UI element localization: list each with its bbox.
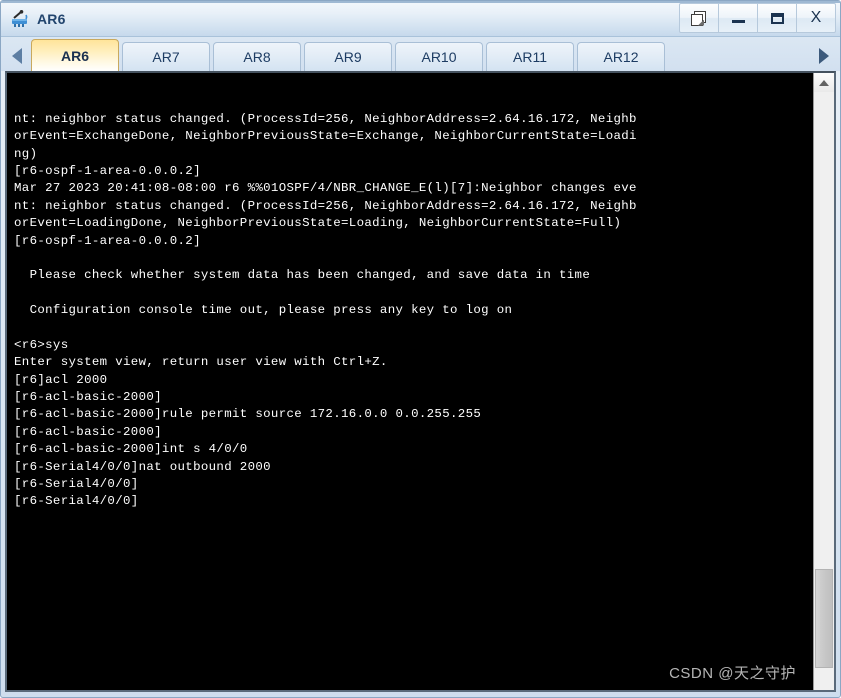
- title-bar: AR6 X: [1, 1, 840, 37]
- triangle-left-icon: [12, 48, 22, 64]
- tab-ar12[interactable]: AR12: [577, 42, 665, 71]
- tab-ar7[interactable]: AR7: [122, 42, 210, 71]
- close-icon: X: [810, 9, 822, 26]
- watermark-text: CSDN @天之守护: [669, 664, 796, 682]
- tab-ar10[interactable]: AR10: [395, 42, 483, 71]
- terminal-panel: nt: neighbor status changed. (ProcessId=…: [5, 71, 836, 692]
- tab-ar8[interactable]: AR8: [213, 42, 301, 71]
- terminal-line: [r6]acl 2000: [14, 372, 108, 387]
- vertical-scrollbar[interactable]: [813, 73, 834, 690]
- tab-label: AR10: [421, 49, 457, 65]
- terminal-line: ng): [14, 146, 38, 161]
- tab-scroll-left-button[interactable]: [3, 41, 31, 71]
- tab-label: AR8: [243, 49, 271, 65]
- window-title: AR6: [37, 10, 66, 27]
- tab-ar6[interactable]: AR6: [31, 39, 119, 71]
- minimize-icon: [731, 20, 745, 23]
- tab-ar9[interactable]: AR9: [304, 42, 392, 71]
- tab-strip: AR6 AR7 AR8 AR9 AR10 AR11 AR12: [1, 37, 840, 71]
- maximize-button[interactable]: [757, 3, 797, 33]
- terminal-line: Please check whether system data has bee…: [14, 268, 591, 283]
- terminal-line: [r6-Serial4/0/0]: [14, 494, 139, 509]
- terminal-line: [r6-Serial4/0/0]: [14, 477, 139, 492]
- minimize-button[interactable]: [718, 3, 758, 33]
- window-controls: X: [679, 3, 836, 33]
- scrollbar-thumb[interactable]: [815, 569, 833, 668]
- tab-label: AR11: [513, 49, 547, 65]
- tab-list: AR6 AR7 AR8 AR9 AR10 AR11 AR12: [31, 39, 810, 71]
- tab-label: AR7: [152, 49, 180, 65]
- restore-button[interactable]: [679, 3, 719, 33]
- terminal-line: [r6-ospf-1-area-0.0.0.2]: [14, 233, 201, 248]
- scrollbar-up-button[interactable]: [814, 73, 834, 92]
- restore-icon: [691, 10, 707, 26]
- terminal-line: orEvent=LoadingDone, NeighborPreviousSta…: [14, 216, 622, 231]
- terminal-line: nt: neighbor status changed. (ProcessId=…: [14, 198, 637, 213]
- console-window: AR6 X AR6 AR7 AR8 AR9 AR10 AR11 AR12 nt:…: [0, 0, 841, 698]
- triangle-right-icon: [819, 48, 829, 64]
- terminal-line: [r6-ospf-1-area-0.0.0.2]: [14, 163, 201, 178]
- terminal-line: Enter system view, return user view with…: [14, 355, 388, 370]
- terminal-line-container: nt: neighbor status changed. (ProcessId=…: [14, 111, 813, 511]
- scrollbar-track[interactable]: [814, 92, 834, 690]
- terminal-line: [r6-acl-basic-2000]int s 4/0/0: [14, 442, 248, 457]
- terminal-line: Configuration console time out, please p…: [14, 303, 513, 318]
- tab-scroll-right-button[interactable]: [810, 41, 838, 71]
- close-button[interactable]: X: [796, 3, 836, 33]
- router-icon: [10, 9, 30, 29]
- terminal-line: orEvent=ExchangeDone, NeighborPreviousSt…: [14, 129, 637, 144]
- chevron-up-icon: [819, 79, 829, 86]
- tab-label: AR12: [603, 49, 639, 65]
- terminal-line: <r6>sys: [14, 337, 69, 352]
- terminal-line: nt: neighbor status changed. (ProcessId=…: [14, 111, 637, 126]
- tab-ar11[interactable]: AR11: [486, 42, 574, 71]
- terminal-output[interactable]: nt: neighbor status changed. (ProcessId=…: [7, 73, 813, 690]
- terminal-line: [r6-acl-basic-2000]rule permit source 17…: [14, 407, 482, 422]
- tab-label: AR6: [60, 47, 89, 64]
- terminal-line: [r6-acl-basic-2000]: [14, 424, 162, 439]
- tab-label: AR9: [334, 49, 362, 65]
- terminal-line: [r6-Serial4/0/0]nat outbound 2000: [14, 459, 271, 474]
- terminal-line: [r6-acl-basic-2000]: [14, 390, 162, 405]
- maximize-icon: [770, 12, 784, 24]
- terminal-line: Mar 27 2023 20:41:08-08:00 r6 %%01OSPF/4…: [14, 181, 637, 196]
